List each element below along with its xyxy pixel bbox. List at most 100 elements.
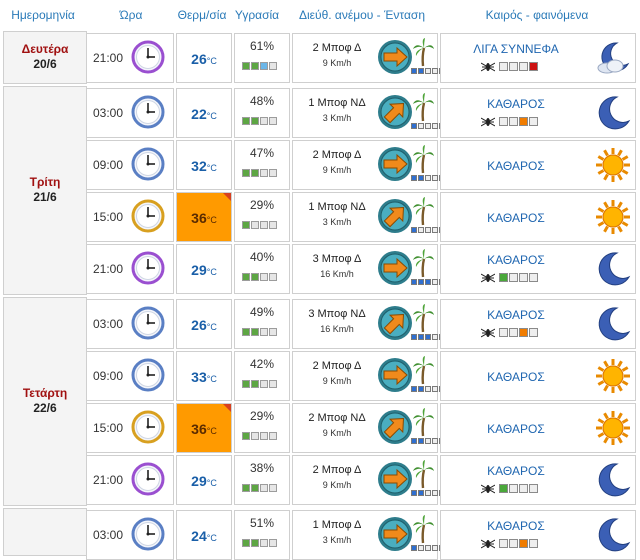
weather-cell: ΚΑΘΑΡΟΣ [440, 351, 636, 401]
weather-cell: ΚΑΘΑΡΟΣ [440, 403, 636, 453]
mosquito-level-segment [529, 62, 538, 71]
moon-icon [598, 463, 631, 497]
wind-level-segment [418, 490, 424, 496]
time-cell: 21:00 [86, 33, 174, 83]
humidity-level-segment [269, 117, 277, 125]
clock-icon [131, 462, 165, 496]
humidity-unit: % [263, 146, 275, 160]
wind-level-segment [425, 123, 431, 129]
humidity-level-segment [242, 273, 250, 281]
humidity-level-segment [251, 484, 259, 492]
humidity-number: 48 [249, 94, 264, 108]
wind-level-segment [432, 227, 438, 233]
temperature-cell: 36°C [176, 403, 232, 453]
humidity-value: 42% [235, 357, 289, 371]
wind-speed: 3 Km/h [322, 535, 352, 545]
wind-level-segment [432, 386, 438, 392]
humidity-unit: % [263, 409, 275, 423]
palm-tree-icon [413, 38, 434, 67]
weather-cell: ΚΑΘΑΡΟΣ [440, 140, 636, 190]
compass-arrow-icon [378, 517, 412, 551]
header-temp: Θερμ/σία [177, 8, 227, 22]
temperature-number: 36 [191, 421, 207, 437]
wind-level-segment [411, 279, 417, 285]
temperature-unit: °C [206, 267, 217, 277]
temperature-number: 33 [191, 369, 207, 385]
time-cell: 09:00 [86, 140, 174, 190]
clock-icon [131, 40, 165, 74]
wind-level-segment [425, 227, 431, 233]
humidity-level-segment [260, 62, 268, 70]
humidity-number: 29 [249, 198, 264, 212]
table-row: 21:00 29°C 38% 2 Μποφ Δ 9 Km/h ΚΑΘΑΡΟΣ [86, 455, 636, 505]
humidity-unit: % [263, 198, 275, 212]
wind-cell: 1 Μποφ ΝΔ 3 Km/h [292, 88, 445, 138]
weather-cell: ΚΑΘΑΡΟΣ [440, 192, 636, 242]
weather-condition: ΚΑΘΑΡΟΣ [487, 464, 545, 478]
clock-icon [131, 517, 165, 551]
humidity-cell: 51% [234, 510, 290, 560]
humidity-level-bar [242, 380, 278, 388]
weather-condition: ΚΑΘΑΡΟΣ [487, 211, 545, 225]
humidity-level-segment [242, 117, 250, 125]
humidity-level-segment [269, 221, 277, 229]
hot-corner-marker [223, 193, 231, 201]
compass-arrow-icon [378, 147, 412, 181]
temperature-cell: 22°C [176, 88, 232, 138]
day-group: Τετάρτη 22/6 [3, 297, 87, 506]
wind-direction: 2 Μποφ Δ [312, 149, 362, 161]
compass-arrow-icon [378, 199, 412, 233]
wind-cell: 2 Μποφ Δ 9 Km/h [292, 140, 445, 190]
temperature-unit: °C [206, 533, 217, 543]
temperature-cell: 36°C [176, 192, 232, 242]
mosquito-level-segment [499, 484, 508, 493]
wind-level-segment [418, 545, 424, 551]
humidity-level-segment [260, 273, 268, 281]
humidity-value: 40% [235, 250, 289, 264]
wind-cell: 1 Μποφ ΝΔ 3 Km/h [292, 192, 445, 242]
weather-condition: ΚΑΘΑΡΟΣ [487, 253, 545, 267]
table-row: 21:00 29°C 40% 3 Μποφ Δ 16 Km/h ΚΑΘΑΡΟΣ [86, 244, 636, 294]
compass-arrow-icon [378, 251, 412, 285]
temperature-unit: °C [206, 322, 217, 332]
compass-arrow-icon [378, 410, 412, 444]
table-row: 15:00 36°C 29% 2 Μποφ ΝΔ 9 Km/h ΚΑΘΑΡΟΣ [86, 403, 636, 453]
mosquito-icon [481, 539, 495, 549]
hot-corner-marker [223, 404, 231, 412]
wind-direction: 1 Μποφ ΝΔ [308, 97, 366, 109]
humidity-level-bar [242, 432, 278, 440]
wind-level-segment [432, 123, 438, 129]
clock-icon [131, 410, 165, 444]
time-cell: 21:00 [86, 244, 174, 294]
moon-icon [598, 518, 631, 552]
compass-arrow-icon [378, 306, 412, 340]
wind-level-segment [425, 490, 431, 496]
humidity-level-segment [242, 62, 250, 70]
wind-level-segment [418, 438, 424, 444]
sun-icon [596, 200, 630, 234]
humidity-level-bar [242, 62, 278, 70]
humidity-level-segment [251, 169, 259, 177]
wind-level-segment [411, 227, 417, 233]
mosquito-icon [481, 273, 495, 283]
humidity-level-bar [242, 273, 278, 281]
table-row: 03:00 22°C 48% 1 Μποφ ΝΔ 3 Km/h ΚΑΘΑΡΟΣ [86, 88, 636, 138]
compass-arrow-icon [378, 358, 412, 392]
weather-cell: ΛΙΓΑ ΣΥΝΝΕΦΑ [440, 33, 636, 83]
humidity-level-bar [242, 539, 278, 547]
humidity-number: 29 [249, 409, 264, 423]
humidity-value: 29% [235, 198, 289, 212]
temperature-unit: °C [206, 478, 217, 488]
humidity-level-segment [269, 539, 277, 547]
wind-level-segment [425, 386, 431, 392]
wind-level-segment [411, 123, 417, 129]
sun-icon [596, 359, 630, 393]
wind-level-segment [418, 227, 424, 233]
humidity-unit: % [263, 516, 275, 530]
wind-cell: 2 Μποφ ΝΔ 9 Km/h [292, 403, 445, 453]
day-name: Τετάρτη [22, 385, 68, 400]
temperature-number: 32 [191, 158, 207, 174]
weather-condition: ΚΑΘΑΡΟΣ [487, 370, 545, 384]
wind-level-segment [411, 438, 417, 444]
wind-level-segment [432, 490, 438, 496]
